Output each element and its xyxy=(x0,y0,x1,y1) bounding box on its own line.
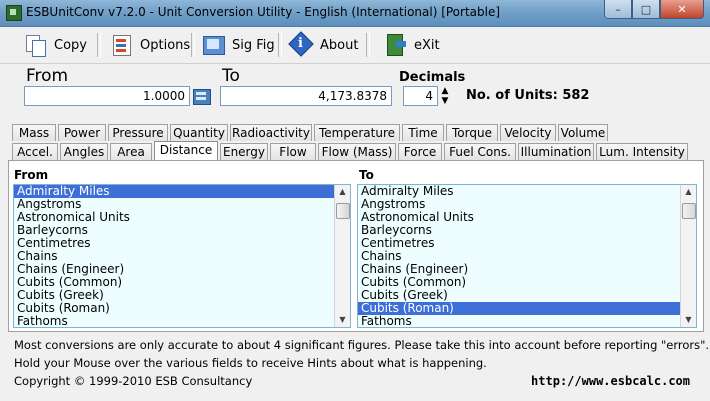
exit-button[interactable]: eXit xyxy=(384,31,440,59)
about-button-label: About xyxy=(320,37,359,53)
tab-volume[interactable]: Volume xyxy=(558,124,608,141)
list-item[interactable]: Centimetres xyxy=(14,237,350,250)
tab-fuel-cons[interactable]: Fuel Cons. xyxy=(444,143,516,160)
scroll-thumb[interactable] xyxy=(336,203,350,219)
units-count: No. of Units: 582 xyxy=(466,88,590,103)
tab-force[interactable]: Force xyxy=(398,143,442,160)
app-window: ESBUnitConv v7.2.0 - Unit Conversion Uti… xyxy=(0,0,710,401)
toolbar: Copy Options Sig Fig About eXit xyxy=(0,27,710,64)
tab-angles[interactable]: Angles xyxy=(60,143,108,160)
tab-power[interactable]: Power xyxy=(58,124,106,141)
scroll-down-icon[interactable]: ▼ xyxy=(681,313,696,327)
copyright-text: Copyright © 1999-2010 ESB Consultancy xyxy=(14,374,253,388)
scroll-thumb[interactable] xyxy=(682,203,696,219)
tab-time[interactable]: Time xyxy=(402,124,444,141)
to-heading: To xyxy=(222,66,240,86)
window-controls: – □ ✕ xyxy=(604,0,704,20)
tab-distance[interactable]: Distance xyxy=(154,141,218,161)
tab-radioactivity[interactable]: Radioactivity xyxy=(230,124,312,141)
spin-up-icon[interactable]: ▲ xyxy=(440,86,450,96)
to-unit-list[interactable]: Admiralty Miles Angstroms Astronomical U… xyxy=(357,184,697,328)
to-value-field[interactable]: 4,173.8378 xyxy=(220,86,392,106)
scroll-up-icon[interactable]: ▲ xyxy=(681,185,696,199)
decimals-label: Decimals xyxy=(399,70,466,85)
from-unit-list[interactable]: Admiralty Miles Angstroms Astronomical U… xyxy=(13,184,351,328)
exit-button-label: eXit xyxy=(414,37,440,53)
list-item[interactable]: Centimetres xyxy=(358,237,696,250)
tab-quantity[interactable]: Quantity xyxy=(170,124,228,141)
copy-button[interactable]: Copy xyxy=(24,31,87,59)
tab-pressure[interactable]: Pressure xyxy=(108,124,168,141)
tab-lum-intensity[interactable]: Lum. Intensity xyxy=(596,143,688,160)
window-title: ESBUnitConv v7.2.0 - Unit Conversion Uti… xyxy=(26,5,501,19)
maximize-button[interactable]: □ xyxy=(632,0,660,19)
toolbar-separator xyxy=(278,33,282,57)
hint-note: Hold your Mouse over the various fields … xyxy=(14,356,487,370)
from-list-title: From xyxy=(14,168,49,182)
tab-accel[interactable]: Accel. xyxy=(12,143,58,160)
tab-torque[interactable]: Torque xyxy=(446,124,498,141)
spin-down-icon[interactable]: ▼ xyxy=(440,96,450,106)
about-icon xyxy=(290,33,314,57)
calculator-icon[interactable] xyxy=(193,89,211,105)
minimize-button[interactable]: – xyxy=(604,0,632,19)
options-button-label: Options xyxy=(140,37,191,53)
list-item[interactable]: Fathoms xyxy=(358,315,696,328)
tab-illumination[interactable]: Illumination xyxy=(518,143,594,160)
tab-area[interactable]: Area xyxy=(110,143,152,160)
close-button[interactable]: ✕ xyxy=(660,0,704,19)
tab-mass[interactable]: Mass xyxy=(12,124,56,141)
website-link[interactable]: http://www.esbcalc.com xyxy=(531,374,690,388)
options-button[interactable]: Options xyxy=(110,31,190,59)
sigfig-button[interactable]: Sig Fig xyxy=(202,31,275,59)
decimals-spinner[interactable]: ▲ ▼ xyxy=(440,86,450,108)
exit-icon xyxy=(384,33,408,57)
title-bar[interactable]: ESBUnitConv v7.2.0 - Unit Conversion Uti… xyxy=(0,0,710,27)
copy-icon xyxy=(24,33,48,57)
accuracy-note: Most conversions are only accurate to ab… xyxy=(14,338,710,352)
copy-button-label: Copy xyxy=(54,37,87,53)
sigfig-icon xyxy=(202,33,226,57)
to-list-title: To xyxy=(359,168,374,182)
options-icon xyxy=(110,33,134,57)
about-button[interactable]: About xyxy=(290,31,358,59)
from-value-field[interactable]: 1.0000 xyxy=(24,86,190,106)
tab-flow[interactable]: Flow xyxy=(270,143,316,160)
scroll-up-icon[interactable]: ▲ xyxy=(335,185,350,199)
to-list-scrollbar[interactable]: ▲ ▼ xyxy=(680,185,696,327)
from-heading: From xyxy=(26,66,69,86)
app-icon xyxy=(6,5,22,21)
toolbar-separator xyxy=(97,33,101,57)
tab-energy[interactable]: Energy xyxy=(220,143,268,160)
scroll-down-icon[interactable]: ▼ xyxy=(335,313,350,327)
toolbar-separator xyxy=(366,33,370,57)
decimals-field[interactable]: 4 xyxy=(403,86,438,106)
from-list-scrollbar[interactable]: ▲ ▼ xyxy=(334,185,350,327)
sigfig-button-label: Sig Fig xyxy=(232,37,275,53)
tab-temperature[interactable]: Temperature xyxy=(314,124,400,141)
tab-velocity[interactable]: Velocity xyxy=(500,124,556,141)
toolbar-separator xyxy=(191,33,195,57)
tab-flow-mass[interactable]: Flow (Mass) xyxy=(318,143,396,160)
list-item[interactable]: Fathoms xyxy=(14,315,350,328)
